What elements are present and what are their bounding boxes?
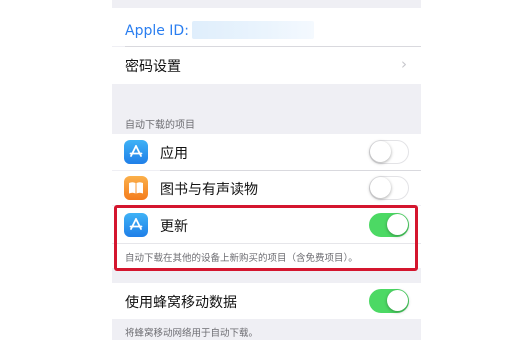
screenshot-stage: Apple ID: 密码设置 › 自动下载的项目 应用 图书与有声读物 更新 自…: [0, 0, 516, 340]
app-store-icon: [124, 140, 148, 164]
toggle-knob: [387, 290, 408, 311]
toggle-knob: [370, 141, 391, 162]
top-separator-band: [112, 0, 421, 8]
auto-download-books-row: 图书与有声读物: [112, 171, 421, 205]
red-highlight-annotation: [114, 205, 418, 271]
cellular-data-label: 使用蜂窝移动数据: [125, 295, 237, 311]
apps-toggle[interactable]: [369, 140, 409, 164]
apple-id-label: Apple ID:: [125, 23, 189, 39]
password-settings-label: 密码设置: [125, 59, 181, 75]
toggle-knob: [370, 177, 391, 198]
settings-screen: Apple ID: 密码设置 › 自动下载的项目 应用 图书与有声读物 更新 自…: [112, 0, 421, 340]
books-toggle[interactable]: [369, 176, 409, 200]
auto-download-apps-row: 应用: [112, 134, 421, 170]
cellular-footer-note: 将蜂窝移动网络用于自动下载。: [125, 328, 259, 339]
apple-id-value-obscured: [192, 21, 314, 39]
auto-download-books-label: 图书与有声读物: [160, 182, 258, 198]
apple-id-row[interactable]: Apple ID:: [112, 8, 421, 46]
auto-download-apps-label: 应用: [160, 146, 188, 162]
books-icon: [124, 176, 148, 200]
auto-downloads-section-header: 自动下载的项目: [125, 120, 195, 131]
cellular-data-toggle[interactable]: [369, 289, 409, 313]
chevron-right-icon: ›: [401, 55, 407, 73]
password-settings-row[interactable]: 密码设置 ›: [112, 47, 421, 84]
cellular-data-row: 使用蜂窝移动数据: [112, 283, 421, 319]
